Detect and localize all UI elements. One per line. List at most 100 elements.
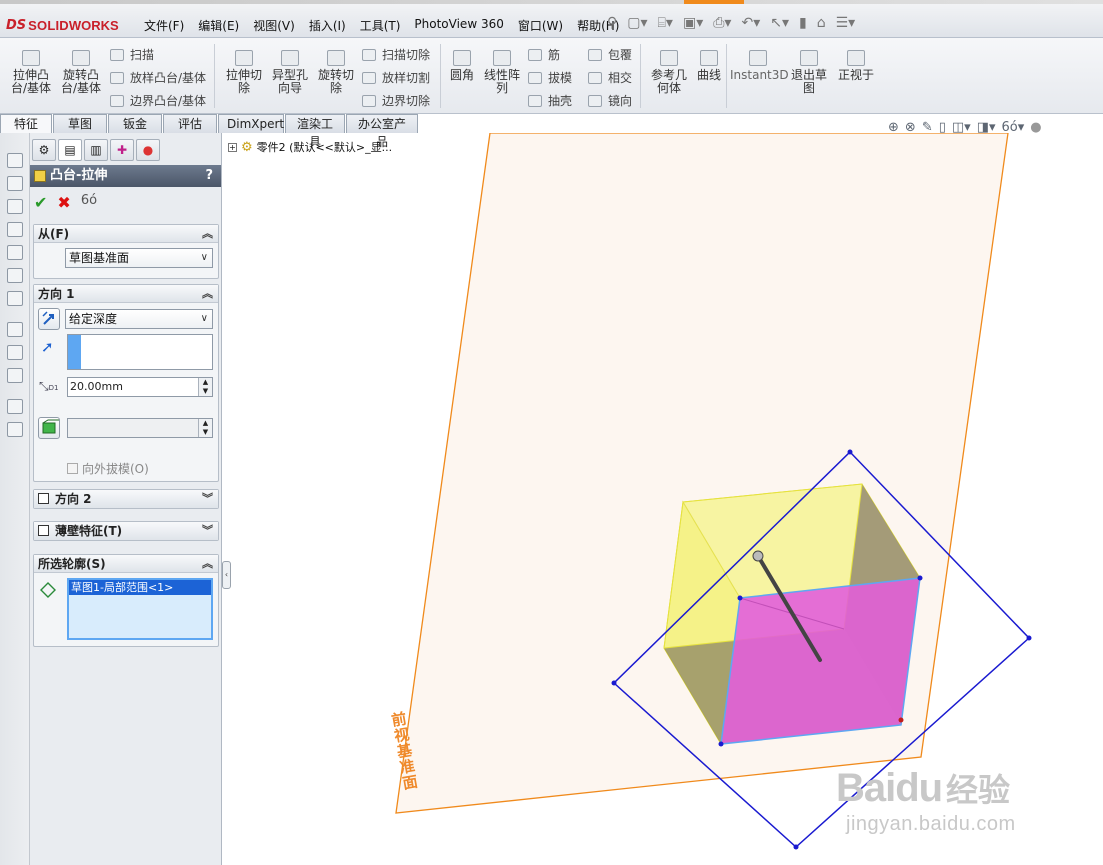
draft-toggle-icon[interactable] xyxy=(38,417,60,439)
wrap-button[interactable]: 包覆 xyxy=(588,46,632,63)
zoom-to-fit-icon[interactable]: ⊕ xyxy=(888,120,899,135)
extrude-icon[interactable] xyxy=(7,153,23,168)
sketch-point[interactable] xyxy=(611,680,617,686)
save-icon[interactable]: ▣▾ xyxy=(683,15,703,31)
normal-to-button[interactable]: 正视于 xyxy=(834,50,878,82)
section-view-icon[interactable]: ▯ xyxy=(939,120,946,135)
contour-selection-list[interactable]: 草图1-局部范围<1> xyxy=(67,578,213,640)
draft-button[interactable]: 拔模 xyxy=(528,69,572,86)
end-condition-select[interactable]: 给定深度 ∨ xyxy=(65,309,213,329)
tab-office-products[interactable]: 办公室产品 xyxy=(346,114,418,149)
feature-tree-tab-icon[interactable]: ⚙ xyxy=(32,139,56,161)
thin-feature-header[interactable]: 薄壁特征(T) ︾ xyxy=(34,522,218,540)
zoom-to-area-icon[interactable]: ⊗ xyxy=(905,120,916,135)
sketch-point[interactable] xyxy=(847,449,853,455)
cancel-button[interactable]: ✖ xyxy=(57,193,70,212)
appearance-icon[interactable]: ● xyxy=(1030,120,1041,135)
property-manager-tab-icon[interactable]: ▤ xyxy=(58,139,82,161)
cut-revolve-icon[interactable] xyxy=(7,268,23,283)
sweep-button[interactable]: 扫描 xyxy=(110,46,154,63)
selected-contours-header[interactable]: 所选轮廓(S) ︽ xyxy=(34,555,218,573)
pin-icon[interactable]: ⚲ xyxy=(607,15,617,31)
mirror-button[interactable]: 镜向 xyxy=(588,92,632,109)
hide-show-icon[interactable]: 6ó▾ xyxy=(1002,120,1025,135)
loft-cut-button[interactable]: 放样切割 xyxy=(362,69,430,86)
direction2-checkbox[interactable] xyxy=(38,493,49,504)
configuration-tab-icon[interactable]: ▥ xyxy=(84,139,108,161)
shell-icon[interactable] xyxy=(7,291,23,306)
help-button[interactable]: ? xyxy=(205,165,213,187)
extrude-boss-button[interactable]: 拉伸凸台/基体 xyxy=(8,50,54,95)
sketch-point[interactable] xyxy=(718,741,724,747)
tab-sketch[interactable]: 草图 xyxy=(53,114,107,133)
shell-button[interactable]: 抽壳 xyxy=(528,92,572,109)
direction2-header[interactable]: 方向 2 ︾ xyxy=(34,490,218,508)
expand-icon[interactable]: + xyxy=(228,142,237,152)
extrude-cut-button[interactable]: 拉伸切除 xyxy=(222,50,266,95)
menu-view[interactable]: 视图(V) xyxy=(253,17,295,34)
collapse-icon[interactable]: ︽ xyxy=(202,285,213,303)
menu-window[interactable]: 窗口(W) xyxy=(518,17,563,34)
curves-button[interactable]: 曲线 xyxy=(694,50,724,82)
print-icon[interactable]: ⎙▾ xyxy=(713,15,731,31)
collapse-icon[interactable]: ︽ xyxy=(202,555,213,573)
sketch-point[interactable] xyxy=(793,844,799,850)
loft-icon[interactable] xyxy=(7,222,23,237)
arrow-handle[interactable] xyxy=(752,550,764,562)
menu-edit[interactable]: 编辑(E) xyxy=(198,17,239,34)
select-icon[interactable]: ↖▾ xyxy=(770,15,789,31)
revolve-cut-button[interactable]: 旋转切除 xyxy=(314,50,358,95)
tab-sheet-metal[interactable]: 钣金 xyxy=(108,114,162,133)
linear-pattern-button[interactable]: 线性阵列 xyxy=(482,50,522,95)
tab-dimxpert[interactable]: DimXpert xyxy=(218,114,284,133)
feature-tree-root[interactable]: + ⚙ 零件2 (默认<<默认>_显... xyxy=(228,139,392,155)
sketch-point[interactable] xyxy=(917,575,923,581)
sketch-point[interactable] xyxy=(898,717,904,723)
open-icon[interactable]: ⌸▾ xyxy=(658,15,673,31)
view-orientation-icon[interactable]: ◫▾ xyxy=(952,120,971,135)
relation-icon[interactable] xyxy=(7,368,23,383)
tab-render-tools[interactable]: 渲染工具 xyxy=(285,114,345,149)
sweep-icon[interactable] xyxy=(7,199,23,214)
expand-icon[interactable]: ︾ xyxy=(202,490,213,508)
thin-feature-checkbox[interactable] xyxy=(38,525,49,536)
previous-view-icon[interactable]: ✎ xyxy=(922,120,933,135)
depth-input[interactable]: 20.00mm ▲ ▼ xyxy=(67,377,213,397)
contour-list-item[interactable]: 草图1-局部范围<1> xyxy=(69,580,211,595)
ok-button[interactable]: ✔ xyxy=(34,193,47,212)
boundary-boss-button[interactable]: 边界凸台/基体 xyxy=(110,92,206,109)
cut-icon[interactable] xyxy=(7,245,23,260)
intersect-button[interactable]: 相交 xyxy=(588,69,632,86)
tab-evaluate[interactable]: 评估 xyxy=(163,114,217,133)
menu-file[interactable]: 文件(F) xyxy=(144,17,184,34)
sketch-point[interactable] xyxy=(737,595,743,601)
reverse-direction-icon[interactable] xyxy=(38,308,60,330)
menu-insert[interactable]: 插入(I) xyxy=(309,17,346,34)
expand-icon[interactable]: ︾ xyxy=(202,522,213,540)
exit-sketch-button[interactable]: 退出草图 xyxy=(788,50,830,95)
menu-photoview[interactable]: PhotoView 360 xyxy=(414,17,503,34)
copy-icon[interactable] xyxy=(7,399,23,414)
direction1-header[interactable]: 方向 1 ︽ xyxy=(34,285,218,303)
sketch-point[interactable] xyxy=(1026,635,1032,641)
depth-spinner[interactable]: ▲ ▼ xyxy=(198,378,212,396)
sketch-icon[interactable] xyxy=(7,322,23,337)
revolve-icon[interactable] xyxy=(7,176,23,191)
detailed-preview-icon[interactable]: 6ó xyxy=(81,193,97,212)
display-style-icon[interactable]: ◨▾ xyxy=(977,120,996,135)
loft-boss-button[interactable]: 放样凸台/基体 xyxy=(110,69,206,86)
new-document-icon[interactable]: ▢▾ xyxy=(627,15,647,31)
from-group-header[interactable]: 从(F) ︽ xyxy=(34,225,218,243)
direction-selection-box[interactable] xyxy=(67,334,213,370)
smart-dimension-icon[interactable] xyxy=(7,345,23,360)
undo-icon[interactable]: ↶▾ xyxy=(741,15,760,31)
sweep-cut-button[interactable]: 扫描切除 xyxy=(362,46,430,63)
menu-tools[interactable]: 工具(T) xyxy=(360,17,401,34)
hole-wizard-button[interactable]: 异型孔向导 xyxy=(268,50,312,95)
from-select[interactable]: 草图基准面 ∨ xyxy=(65,248,213,268)
fillet-button[interactable]: 圆角 xyxy=(446,50,478,82)
boundary-cut-button[interactable]: 边界切除 xyxy=(362,92,430,109)
collapse-icon[interactable]: ︽ xyxy=(202,225,213,243)
rib-button[interactable]: 筋 xyxy=(528,46,560,63)
dimxpert-tab-icon[interactable]: ✚ xyxy=(110,139,134,161)
